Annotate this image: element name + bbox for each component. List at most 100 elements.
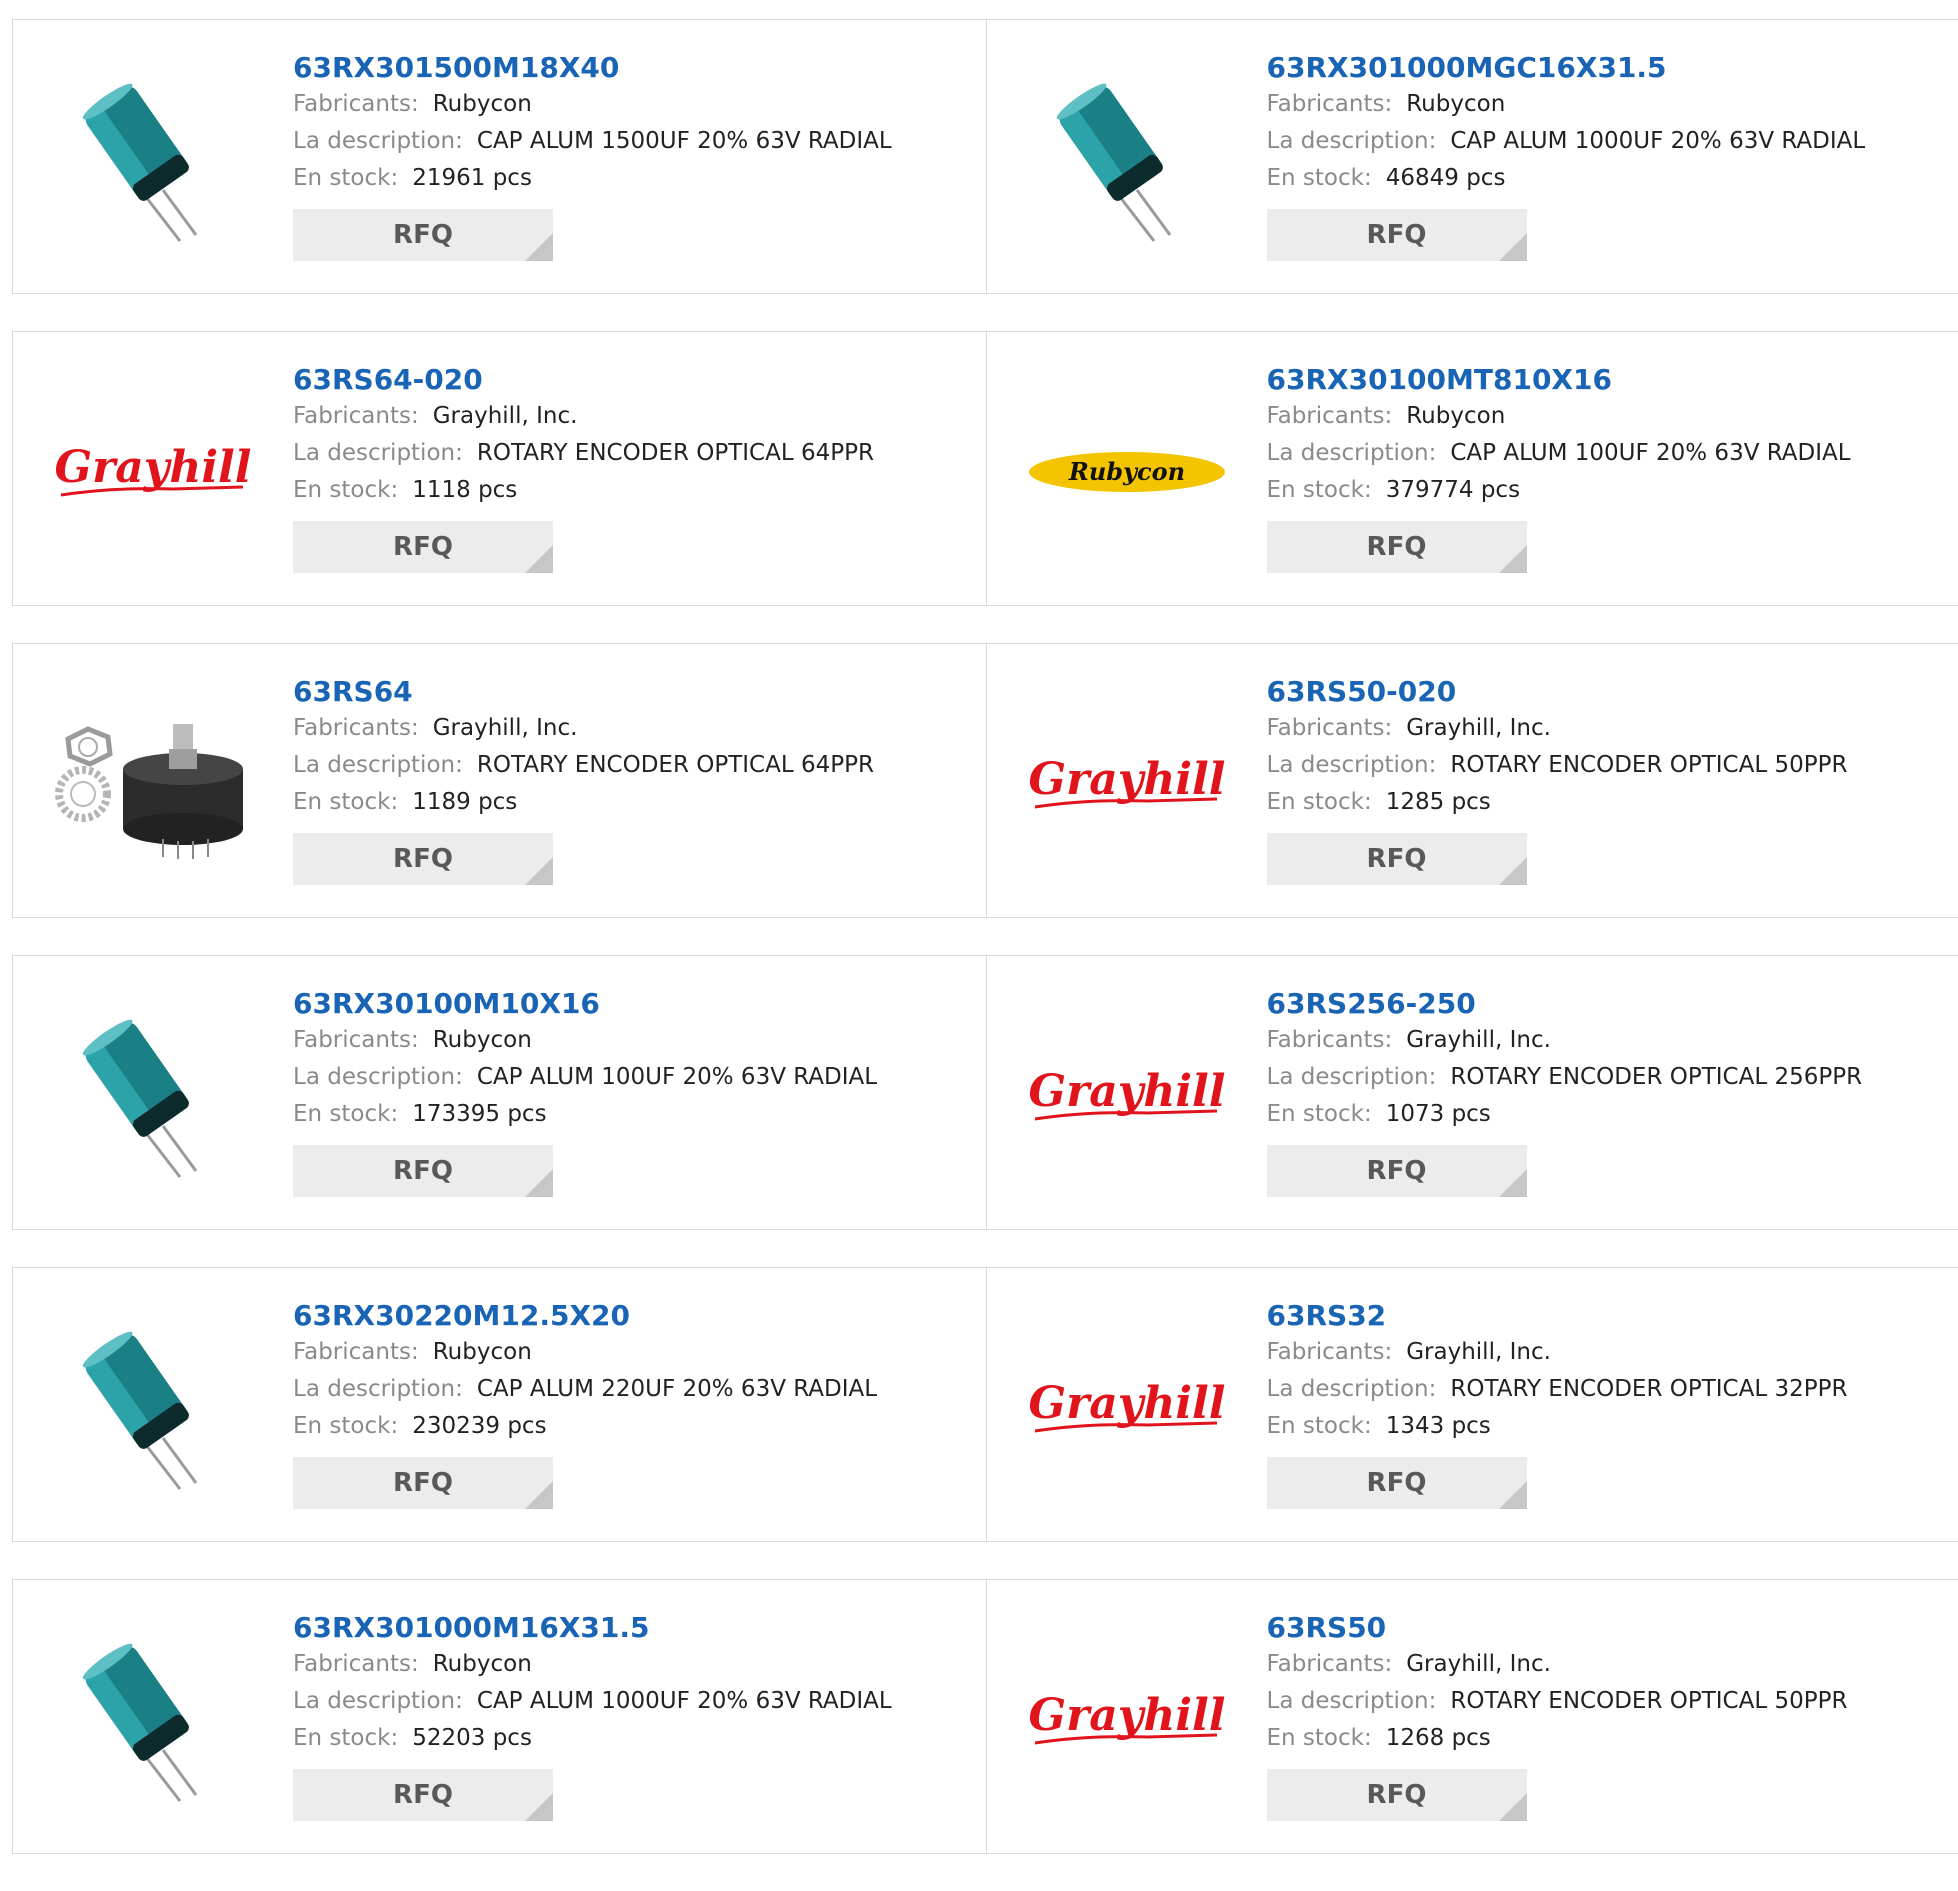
description-value: CAP ALUM 100UF 20% 63V RADIAL <box>1450 440 1850 466</box>
description-line: La description:ROTARY ENCODER OPTICAL 64… <box>293 435 976 472</box>
part-number-link[interactable]: 63RX30100MT810X16 <box>1267 362 1613 398</box>
stock-value: 1343 pcs <box>1386 1413 1491 1439</box>
part-number-link[interactable]: 63RS256-250 <box>1267 986 1476 1022</box>
svg-text:Grayhill: Grayhill <box>1028 754 1225 805</box>
rfq-button[interactable]: RFQ <box>1267 833 1527 885</box>
capacitor-icon[interactable] <box>1027 60 1227 260</box>
rfq-button[interactable]: RFQ <box>1267 521 1527 573</box>
description-line: La description:CAP ALUM 1000UF 20% 63V R… <box>293 1683 976 1720</box>
part-number-link[interactable]: 63RS50-020 <box>1267 674 1457 710</box>
stock-line: En stock: 1189 pcs <box>293 784 976 821</box>
product-row: 63RX30100M10X16 Fabricants: Rubycon La de… <box>12 955 1958 1230</box>
rfq-label: RFQ <box>1367 220 1427 250</box>
grayhill-logo[interactable]: Grayhill <box>1027 684 1227 884</box>
description-value: ROTARY ENCODER OPTICAL 50PPR <box>1450 1688 1847 1714</box>
product-info: 63RS256-250 Fabricants:Grayhill, Inc. La… <box>1267 986 1949 1197</box>
product-info: 63RX301500M18X40 Fabricants:Rubycon La d… <box>293 50 976 261</box>
capacitor-icon[interactable] <box>53 1308 253 1508</box>
capacitor-icon[interactable] <box>53 1620 253 1820</box>
rfq-button[interactable]: RFQ <box>293 1145 553 1197</box>
product-info: 63RX301000MGC16X31.5 Fabricants:Rubycon … <box>1267 50 1949 261</box>
product-card: 63RX301500M18X40 Fabricants:Rubycon La d… <box>13 20 986 293</box>
stock-line: En stock:1118 pcs <box>293 472 976 509</box>
rfq-button[interactable]: RFQ <box>293 209 553 261</box>
product-card: 63RX301000M16X31.5 Fabricants:Rubycon La… <box>13 1580 986 1853</box>
rfq-label: RFQ <box>393 1156 453 1186</box>
part-number-link[interactable]: 63RS64-020 <box>293 362 483 398</box>
manufacturer-line: Fabricants:Grayhill, Inc. <box>1267 1022 1949 1059</box>
stock-label: En stock: <box>293 1101 398 1127</box>
corner-triangle-icon <box>525 857 553 885</box>
description-label: La description: <box>293 1688 463 1714</box>
rfq-button[interactable]: RFQ <box>1267 209 1527 261</box>
manufacturer-value: Rubycon <box>433 1339 532 1365</box>
description-value: CAP ALUM 1000UF 20% 63V RADIAL <box>1450 128 1865 154</box>
description-line: La description:CAP ALUM 1500UF 20% 63V R… <box>293 123 976 160</box>
stock-line: En stock:1268 pcs <box>1267 1720 1949 1757</box>
rfq-button[interactable]: RFQ <box>1267 1769 1527 1821</box>
grayhill-logo[interactable]: Grayhill <box>1027 1308 1227 1508</box>
rotary-encoder-icon[interactable] <box>53 684 253 884</box>
grayhill-logo[interactable]: Grayhill <box>53 372 253 572</box>
product-info: 63RX30100MT810X16 Fabricants:Rubycon La … <box>1267 362 1949 573</box>
capacitor-icon[interactable] <box>53 60 253 260</box>
rfq-button[interactable]: RFQ <box>293 1769 553 1821</box>
manufacturer-line: Fabricants:Grayhill, Inc. <box>293 710 976 747</box>
manufacturer-line: Fabricants: Rubycon <box>293 1022 976 1059</box>
stock-label: En stock: <box>293 1413 398 1439</box>
part-number-link[interactable]: 63RS32 <box>1267 1298 1387 1334</box>
description-line: La description:CAP ALUM 100UF 20% 63V RA… <box>1267 435 1949 472</box>
product-card: Rubycon 63RX30100MT810X16 Fabricants:Rub… <box>986 332 1958 605</box>
manufacturer-line: Fabricants:Rubycon <box>1267 86 1949 123</box>
description-value: CAP ALUM 220UF 20% 63V RADIAL <box>477 1376 877 1402</box>
product-info: 63RX30100M10X16 Fabricants:Rubycon La de… <box>293 986 976 1197</box>
description-line: La description:ROTARY ENCODER OPTICAL 50… <box>1267 1683 1949 1720</box>
rfq-button[interactable]: RFQ <box>1267 1145 1527 1197</box>
product-row: 63RX30220M12.5X20 Fabricants: Rubycon La … <box>12 1267 1958 1542</box>
part-number-link[interactable]: 63RX30220M12.5X20 <box>293 1298 630 1334</box>
corner-triangle-icon <box>525 233 553 261</box>
manufacturer-value: Grayhill, Inc. <box>1406 715 1551 741</box>
rfq-button[interactable]: RFQ <box>293 833 553 885</box>
product-row: 63RS64 Fabricants:Grayhill, Inc. La desc… <box>12 643 1958 918</box>
corner-triangle-icon <box>525 1793 553 1821</box>
stock-line: En stock:46849 pcs <box>1267 160 1949 197</box>
manufacturer-label: Fabricants: <box>1267 1339 1393 1365</box>
rfq-button[interactable]: RFQ <box>293 521 553 573</box>
manufacturer-label: Fabricants: <box>293 1651 419 1677</box>
product-card: 63RX301000MGC16X31.5 Fabricants:Rubycon … <box>986 20 1958 293</box>
rubycon-logo[interactable]: Rubycon <box>1027 372 1227 572</box>
capacitor-icon[interactable] <box>53 996 253 1196</box>
manufacturer-value: Rubycon <box>1406 91 1505 117</box>
product-grid: 63RX301500M18X40 Fabricants: Rubycon La d… <box>12 19 1958 1891</box>
stock-value: 1189 pcs <box>412 789 517 815</box>
manufacturer-line: Fabricants:Rubycon <box>293 86 976 123</box>
corner-triangle-icon <box>1499 233 1527 261</box>
rfq-button[interactable]: RFQ <box>293 1457 553 1509</box>
part-number-link[interactable]: 63RX30100M10X16 <box>293 986 600 1022</box>
stock-value: 46849 pcs <box>1386 165 1506 191</box>
grayhill-logo[interactable]: Grayhill <box>1027 1620 1227 1820</box>
product-row: Grayhill 63RS64-020 Fabricants:Grayhill,… <box>12 331 1958 606</box>
manufacturer-label: Fabricants: <box>293 715 419 741</box>
rfq-label: RFQ <box>1367 1156 1427 1186</box>
stock-label: En stock: <box>293 789 398 815</box>
description-label: La description: <box>1267 1064 1437 1090</box>
product-card: Grayhill 63RS256-250 Fabricants:Grayhill… <box>986 956 1958 1229</box>
description-line: La description:ROTARY ENCODER OPTICAL 32… <box>1267 1371 1949 1408</box>
manufacturer-value: Rubycon <box>433 1027 532 1053</box>
description-line: La description:ROTARY ENCODER OPTICAL 50… <box>1267 747 1949 784</box>
part-number-link[interactable]: 63RX301500M18X40 <box>293 50 619 86</box>
part-number-link[interactable]: 63RS50 <box>1267 1610 1387 1646</box>
part-number-link[interactable]: 63RX301000MGC16X31.5 <box>1267 50 1667 86</box>
svg-text:Rubycon: Rubycon <box>1067 457 1184 486</box>
rfq-label: RFQ <box>393 220 453 250</box>
manufacturer-label: Fabricants: <box>293 1027 419 1053</box>
rfq-button[interactable]: RFQ <box>1267 1457 1527 1509</box>
grayhill-logo[interactable]: Grayhill <box>1027 996 1227 1196</box>
description-value: ROTARY ENCODER OPTICAL 64PPR <box>477 752 874 778</box>
description-label: La description: <box>293 440 463 466</box>
stock-label: En stock: <box>293 165 398 191</box>
part-number-link[interactable]: 63RS64 <box>293 674 413 710</box>
part-number-link[interactable]: 63RX301000M16X31.5 <box>293 1610 650 1646</box>
